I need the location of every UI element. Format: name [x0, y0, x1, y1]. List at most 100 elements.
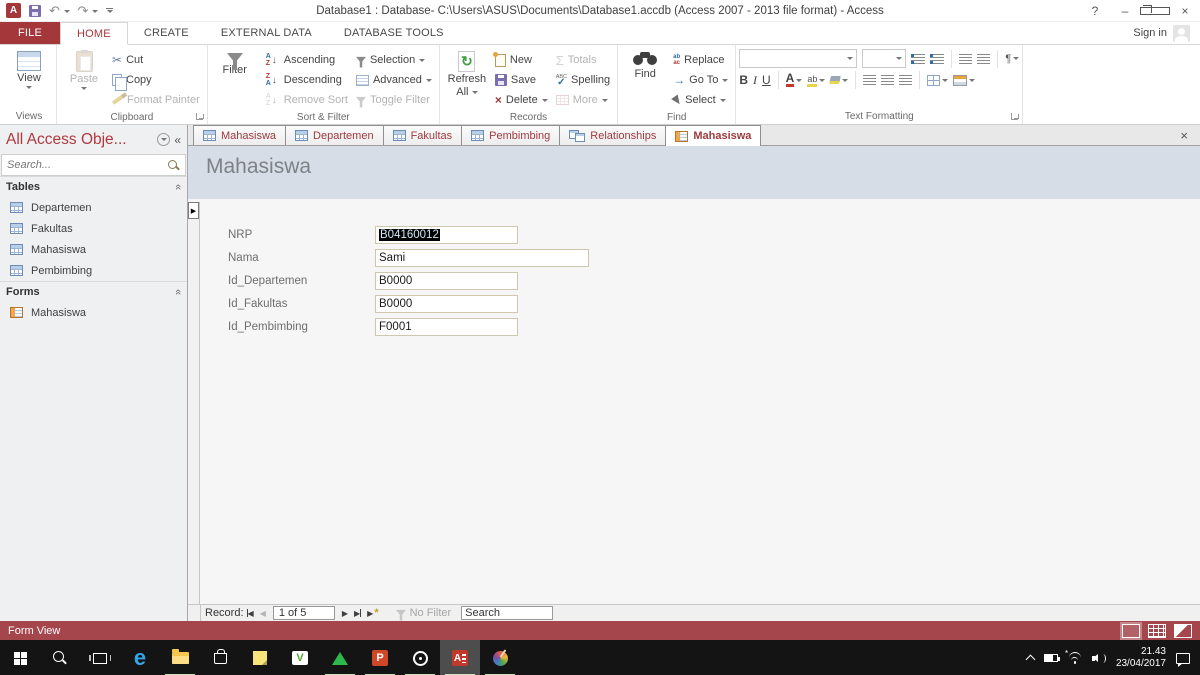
close-document-icon[interactable]: ×: [1180, 128, 1200, 143]
font-name-combobox[interactable]: [739, 49, 857, 68]
ribbon-tab-database-tools[interactable]: DATABASE TOOLS: [328, 22, 460, 44]
nama-input[interactable]: Sami: [375, 249, 589, 267]
sidebar-item-tables-departemen[interactable]: Departemen: [0, 197, 187, 218]
text-formatting-dialog-launcher-icon[interactable]: [1011, 113, 1018, 120]
doc-tab-relationships[interactable]: Relationships: [559, 125, 666, 145]
filter-button[interactable]: Filter: [211, 49, 259, 76]
doc-tab-fakultas[interactable]: Fakultas: [383, 125, 463, 145]
advanced-button[interactable]: Advanced: [352, 70, 436, 90]
collapse-group-chevron-icon[interactable]: «: [172, 184, 184, 190]
form-view-button[interactable]: [1122, 624, 1140, 638]
sticky-notes-button[interactable]: [240, 640, 280, 675]
save-record-button[interactable]: Save: [491, 70, 552, 90]
more-button[interactable]: More: [552, 90, 614, 110]
numbering-button[interactable]: [930, 54, 944, 64]
new-blank-record-button[interactable]: ▶*: [367, 607, 378, 619]
nrp-input[interactable]: B04160012: [375, 226, 518, 244]
last-record-button[interactable]: ▶: [354, 609, 361, 618]
underline-button[interactable]: U: [762, 73, 771, 87]
redo-icon[interactable]: ↷: [78, 3, 99, 19]
view-button[interactable]: View: [5, 49, 53, 89]
nav-pane-menu-icon[interactable]: [157, 133, 170, 146]
help-button[interactable]: ?: [1080, 4, 1110, 18]
gridlines-button[interactable]: [927, 75, 948, 86]
ribbon-tab-home[interactable]: HOME: [60, 22, 128, 45]
sidebar-item-forms-mahasiswa[interactable]: Mahasiswa: [0, 302, 187, 323]
wifi-icon[interactable]: [1068, 653, 1082, 664]
copy-button[interactable]: Copy: [108, 70, 204, 90]
id-fakultas-input[interactable]: B0000: [375, 295, 518, 313]
battery-icon[interactable]: [1044, 654, 1058, 662]
cut-button[interactable]: ✂ Cut: [108, 50, 204, 70]
volume-icon[interactable]: [1092, 653, 1106, 664]
file-explorer-button[interactable]: [160, 640, 200, 675]
toggle-filter-button[interactable]: Toggle Filter: [352, 90, 436, 110]
videoscribe-button[interactable]: V: [280, 640, 320, 675]
descending-button[interactable]: ZA↓ Descending: [259, 70, 352, 90]
paste-button[interactable]: Paste: [60, 49, 108, 90]
show-hidden-icons-chevron[interactable]: [1025, 655, 1035, 665]
nav-search-input[interactable]: [2, 159, 167, 171]
decrease-indent-button[interactable]: [959, 54, 972, 64]
delete-record-button[interactable]: × Delete: [491, 90, 552, 110]
replace-button[interactable]: abac Replace: [669, 50, 732, 70]
record-selector-strip[interactable]: ▶: [188, 202, 200, 604]
recorder-button[interactable]: [400, 640, 440, 675]
customize-quick-access-icon[interactable]: [106, 8, 113, 13]
align-left-button[interactable]: [863, 75, 876, 85]
doc-tab-departemen[interactable]: Departemen: [285, 125, 384, 145]
remove-sort-button[interactable]: AZ↓ Remove Sort: [259, 90, 352, 110]
font-size-combobox[interactable]: [862, 49, 906, 68]
collapse-group-chevron-icon[interactable]: «: [172, 289, 184, 295]
totals-button[interactable]: Σ Totals: [552, 50, 614, 70]
sidebar-item-tables-pembimbing[interactable]: Pembimbing: [0, 260, 187, 281]
taskbar-search-button[interactable]: [40, 640, 80, 675]
store-button[interactable]: [200, 640, 240, 675]
sign-in[interactable]: Sign in: [1133, 22, 1200, 44]
align-right-button[interactable]: [899, 75, 912, 85]
datasheet-view-button[interactable]: [1148, 624, 1166, 638]
next-record-button[interactable]: ▶: [342, 609, 348, 618]
new-record-button[interactable]: New: [491, 50, 552, 70]
id-pembimbing-input[interactable]: F0001: [375, 318, 518, 336]
sidebar-item-tables-fakultas[interactable]: Fakultas: [0, 218, 187, 239]
shutter-bar-close-icon[interactable]: «: [174, 133, 181, 147]
design-view-button[interactable]: [1174, 624, 1192, 638]
record-search-input[interactable]: [461, 606, 553, 620]
task-view-button[interactable]: [80, 640, 120, 675]
background-fill-button[interactable]: [830, 76, 848, 84]
select-button[interactable]: Select: [669, 90, 732, 110]
selection-button[interactable]: Selection: [352, 50, 436, 70]
bold-button[interactable]: B: [739, 73, 748, 87]
format-painter-button[interactable]: Format Painter: [108, 90, 204, 110]
bullets-button[interactable]: [911, 54, 925, 64]
ribbon-tab-create[interactable]: CREATE: [128, 22, 205, 44]
doc-tab-mahasiswa[interactable]: Mahasiswa: [193, 125, 286, 145]
align-center-button[interactable]: [881, 75, 894, 85]
current-record-box[interactable]: 1 of 5: [273, 606, 335, 620]
minimize-button[interactable]: –: [1110, 4, 1140, 18]
action-center-icon[interactable]: [1176, 653, 1190, 664]
nav-search-box[interactable]: [1, 154, 186, 176]
clipboard-dialog-launcher-icon[interactable]: [196, 113, 203, 120]
alternate-row-color-button[interactable]: [953, 75, 975, 86]
text-direction-button[interactable]: ¶: [1005, 53, 1019, 65]
nav-group-forms[interactable]: Forms«: [0, 281, 187, 302]
previous-record-button[interactable]: ◀: [260, 609, 266, 618]
save-icon[interactable]: [29, 5, 41, 17]
close-button[interactable]: ×: [1170, 4, 1200, 18]
font-color-button[interactable]: A: [786, 73, 803, 87]
start-button[interactable]: [0, 640, 40, 675]
refresh-all-button[interactable]: ↻ Refresh All: [443, 49, 491, 98]
restore-button[interactable]: [1140, 4, 1170, 18]
doc-tab-pembimbing[interactable]: Pembimbing: [461, 125, 560, 145]
italic-button[interactable]: I: [753, 73, 757, 88]
doc-tab-mahasiswa[interactable]: Mahasiswa: [665, 125, 761, 146]
clock[interactable]: 21.43 23/04/2017: [1116, 646, 1166, 670]
spelling-button[interactable]: ABC✓ Spelling: [552, 70, 614, 90]
go-to-button[interactable]: → Go To: [669, 70, 732, 90]
ascending-button[interactable]: AZ↓ Ascending: [259, 50, 352, 70]
find-button[interactable]: Find: [621, 49, 669, 80]
paint-app-button[interactable]: [480, 640, 520, 675]
powerpoint-button[interactable]: P: [360, 640, 400, 675]
